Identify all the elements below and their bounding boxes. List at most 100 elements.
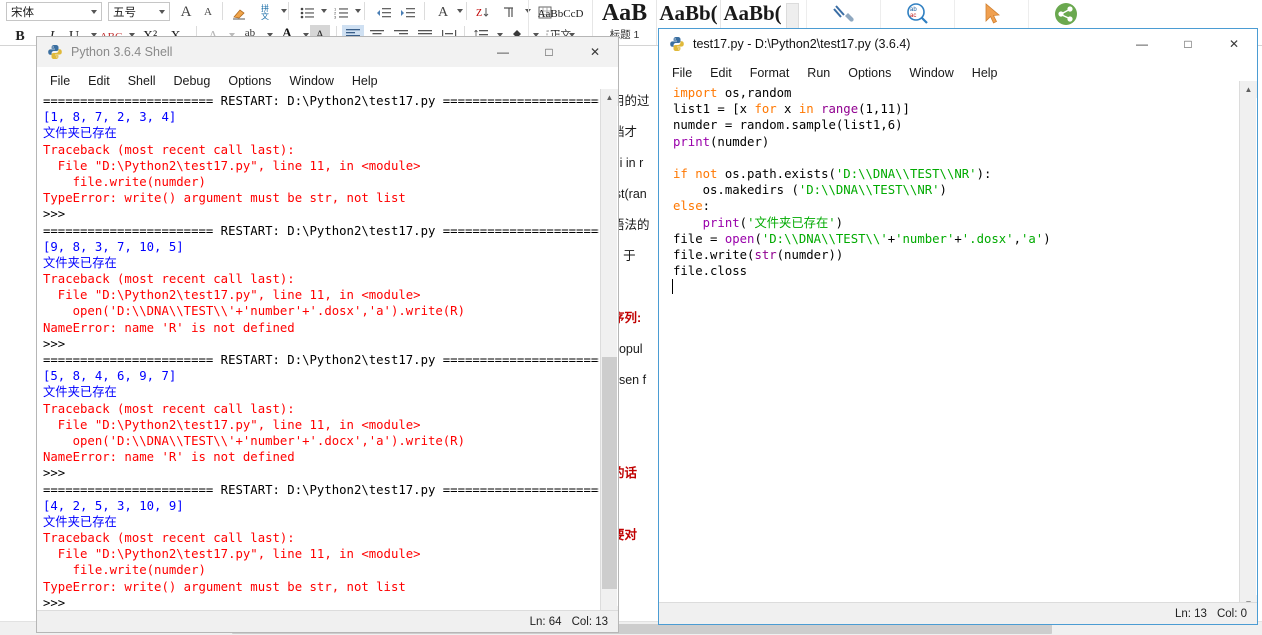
sort-icon: Z xyxy=(476,8,489,19)
editor-vertical-scrollbar[interactable]: ▲ ▼ xyxy=(1239,81,1257,612)
text-tools-icon xyxy=(831,0,857,28)
editor-menu-help[interactable]: Help xyxy=(963,66,1007,80)
shell-line-text: ======================= RESTART: D:\Pyth… xyxy=(43,94,599,108)
editor-source-line: numder = random.sample(list1,6) xyxy=(661,117,1238,133)
shell-output-line: [9, 8, 3, 7, 10, 5] xyxy=(39,239,599,255)
shell-menu-options[interactable]: Options xyxy=(219,74,280,88)
shell-vertical-scrollbar[interactable]: ▲ ▼ xyxy=(600,89,618,623)
editor-close-button[interactable]: ✕ xyxy=(1211,29,1257,59)
style-preview: AaB xyxy=(601,0,648,26)
editor-source-line: os.makedirs ('D:\\DNA\\TEST\\NR') xyxy=(661,182,1238,198)
editor-menu-format[interactable]: Format xyxy=(741,66,799,80)
shell-output-line: NameError: name 'R' is not defined xyxy=(39,320,599,336)
scroll-up-icon[interactable]: ▲ xyxy=(1240,81,1257,98)
shell-output-line: 文件夹已存在 xyxy=(39,125,599,141)
scrollbar-thumb[interactable] xyxy=(1241,98,1256,612)
editor-menu-options[interactable]: Options xyxy=(839,66,900,80)
editor-source-line: print(numder) xyxy=(661,134,1238,150)
code-token: , xyxy=(1013,231,1021,246)
editor-maximize-button[interactable]: □ xyxy=(1165,29,1211,59)
font-size-combo[interactable]: 五号 xyxy=(108,2,170,21)
python-editor-window[interactable]: test17.py - D:\Python2\test17.py (3.6.4)… xyxy=(658,28,1258,625)
editor-menu-run[interactable]: Run xyxy=(798,66,839,80)
shell-line-text: file.write(numder) xyxy=(43,563,206,578)
code-token: (numder)) xyxy=(776,247,844,262)
code-token: ( xyxy=(754,231,762,246)
editor-title-bar[interactable]: test17.py - D:\Python2\test17.py (3.6.4)… xyxy=(659,29,1257,59)
chevron-down-icon[interactable] xyxy=(321,9,327,13)
shell-output-line: Traceback (most recent call last): xyxy=(39,271,599,287)
grow-font-button[interactable]: A xyxy=(176,2,196,23)
editor-source-text[interactable]: import os,random list1 = [x for x in rang… xyxy=(661,85,1238,612)
shell-close-button[interactable]: ✕ xyxy=(572,37,618,67)
code-token: open xyxy=(724,231,755,246)
editor-minimize-button[interactable]: — xyxy=(1119,29,1165,59)
shell-menu-file[interactable]: File xyxy=(41,74,79,88)
shell-line-text: >>> xyxy=(43,336,73,351)
shell-output-line: Traceback (most recent call last): xyxy=(39,142,599,158)
bold-button[interactable]: B xyxy=(10,26,30,47)
editor-menu-window[interactable]: Window xyxy=(900,66,962,80)
increase-indent-icon xyxy=(400,7,415,17)
code-token: ) xyxy=(939,183,947,198)
shrink-font-button[interactable]: A xyxy=(198,2,218,23)
shell-output-line: TypeError: write() argument must be str,… xyxy=(39,579,599,595)
shell-output-line: ======================= RESTART: D:\Pyth… xyxy=(39,93,599,109)
sort-button[interactable]: Z xyxy=(472,2,494,23)
shell-maximize-button[interactable]: □ xyxy=(526,37,572,67)
shell-output-line: ======================= RESTART: D:\Pyth… xyxy=(39,482,599,498)
shell-minimize-button[interactable]: — xyxy=(480,37,526,67)
shell-line-text: TypeError: write() argument must be str,… xyxy=(43,579,406,594)
decrease-indent-button[interactable] xyxy=(372,2,394,23)
scrollbar-thumb[interactable] xyxy=(602,357,617,589)
code-token: in xyxy=(798,102,814,117)
shell-line-text: File "D:\Python2\test17.py", line 11, in… xyxy=(43,547,421,562)
shell-line-text: open('D:\\DNA\\TEST\\'+'number'+'.dosx',… xyxy=(43,304,465,319)
code-token: print xyxy=(702,215,740,230)
editor-menu-edit[interactable]: Edit xyxy=(701,66,741,80)
grow-font-icon: A xyxy=(180,4,192,20)
increase-indent-button[interactable] xyxy=(396,2,418,23)
show-marks-button[interactable] xyxy=(498,2,520,23)
chevron-down-icon[interactable] xyxy=(355,9,361,13)
clear-formatting-button[interactable] xyxy=(228,2,250,23)
svg-text:3: 3 xyxy=(334,14,337,18)
shell-line-text: file.write(numder) xyxy=(43,174,206,189)
python-shell-window[interactable]: Python 3.6.4 Shell — □ ✕ File Edit Shell… xyxy=(36,36,619,633)
shell-line-text: File "D:\Python2\test17.py", line 11, in… xyxy=(43,417,421,432)
shell-line-text: [1, 8, 7, 2, 3, 4] xyxy=(43,110,177,125)
shell-menu-shell[interactable]: Shell xyxy=(119,74,165,88)
shell-menu-edit[interactable]: Edit xyxy=(79,74,119,88)
bullets-button[interactable] xyxy=(296,2,318,23)
editor-menu-bar: File Edit Format Run Options Window Help xyxy=(663,61,1007,85)
font-name-combo[interactable]: 宋体 xyxy=(6,2,102,21)
shell-line-text: Traceback (most recent call last): xyxy=(43,531,295,546)
shell-line-text: >>> xyxy=(43,466,73,481)
code-token: 'D:\\DNA\\TEST\\NR' xyxy=(835,166,977,181)
asian-layout-button[interactable]: A xyxy=(432,2,454,23)
shell-line-text: 文件夹已存在 xyxy=(43,126,117,141)
phonetic-guide-button[interactable]: 拼文 xyxy=(252,2,278,23)
code-token: 'D:\\DNA\\TEST\\' xyxy=(761,231,888,246)
code-token: numder = random.sample(list1,6) xyxy=(673,118,903,133)
code-token: range xyxy=(821,102,859,117)
shell-output-line: [5, 8, 4, 6, 9, 7] xyxy=(39,368,599,384)
editor-source-line xyxy=(661,279,1238,295)
numbering-button[interactable]: 1 2 3 xyxy=(330,2,352,23)
shell-menu-debug[interactable]: Debug xyxy=(165,74,220,88)
chevron-down-icon xyxy=(281,9,287,13)
shell-title-bar[interactable]: Python 3.6.4 Shell — □ ✕ xyxy=(37,37,618,67)
editor-menu-file[interactable]: File xyxy=(663,66,701,80)
code-token: 'D:\\DNA\\TEST\\NR' xyxy=(798,183,940,198)
chevron-down-icon[interactable] xyxy=(457,9,463,13)
shell-output-line: TypeError: write() argument must be str,… xyxy=(39,190,599,206)
shell-output-line: [1, 8, 7, 2, 3, 4] xyxy=(39,109,599,125)
shell-menu-help[interactable]: Help xyxy=(343,74,387,88)
cursor-arrow-icon xyxy=(981,0,1003,28)
shell-line-text: File "D:\Python2\test17.py", line 11, in… xyxy=(43,158,421,173)
shell-output-line: open('D:\\DNA\\TEST\\'+'number'+'.dosx',… xyxy=(39,303,599,319)
scroll-up-icon[interactable]: ▲ xyxy=(601,89,618,106)
code-token: import xyxy=(673,86,718,100)
shell-output-text[interactable]: ======================= RESTART: D:\Pyth… xyxy=(39,93,599,623)
shell-menu-window[interactable]: Window xyxy=(280,74,342,88)
